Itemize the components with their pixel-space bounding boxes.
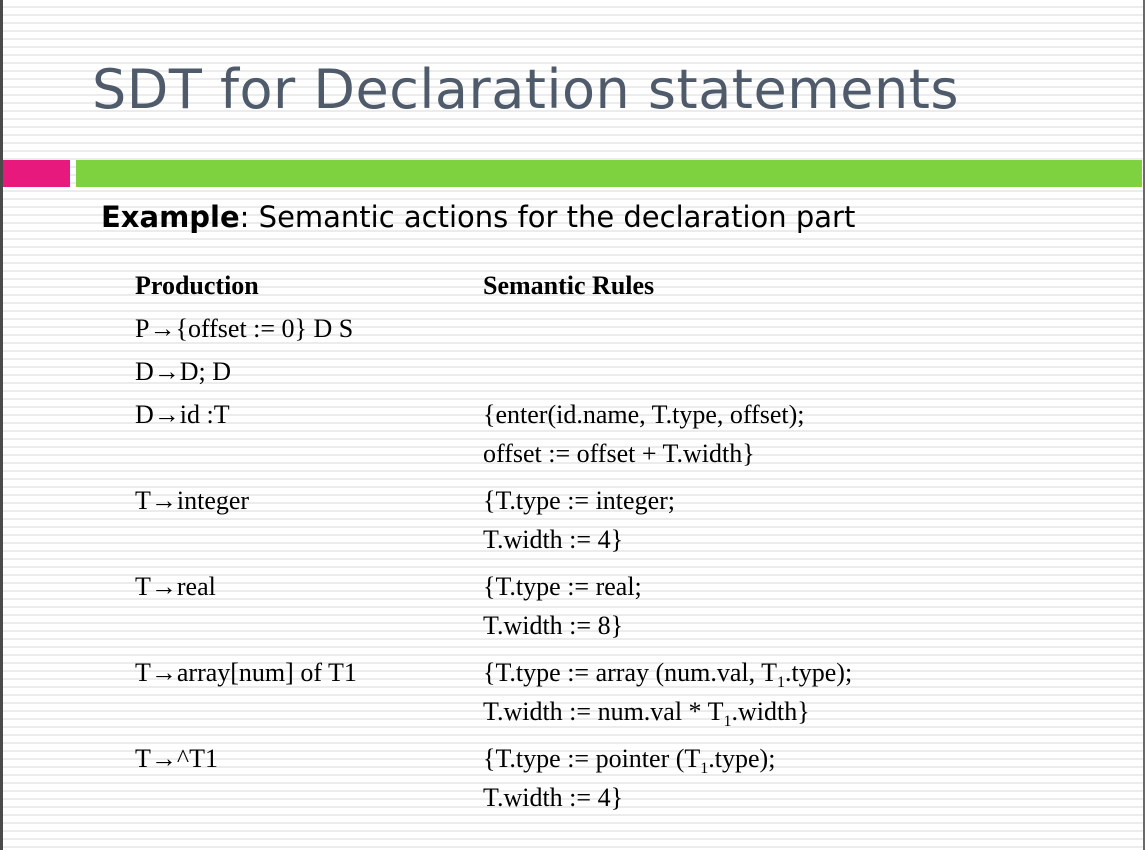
rule-d-id-line-2: offset := offset + T.width} [483, 439, 755, 468]
rule-d-id-line-1: {enter(id.name, T.type, offset); [483, 400, 805, 429]
rule-t-integer-line-1: {T.type := integer; [483, 486, 675, 515]
rule-t-array-line-2: T.width := num.val * T1.width} [483, 697, 810, 730]
production-t-real: T→real [135, 572, 216, 601]
production-t-array: T→array[num] of T1 [135, 658, 357, 687]
production-t-pointer: T→^T1 [135, 744, 218, 773]
rule-t-real-line-1: {T.type := real; [483, 572, 642, 601]
production-d-id: D→id :T [135, 400, 230, 429]
rule-t-real-line-2: T.width := 8} [483, 611, 624, 640]
semantic-rules-table: Production Semantic Rules P→{offset := 0… [0, 0, 1145, 850]
production-t-integer: T→integer [135, 486, 250, 515]
rule-t-pointer-line-2: T.width := 4} [483, 783, 624, 812]
production-p: P→{offset := 0} D S [135, 314, 354, 343]
rule-t-integer-line-2: T.width := 4} [483, 525, 624, 554]
header-production: Production [135, 271, 259, 300]
header-semantic-rules: Semantic Rules [483, 271, 655, 300]
production-d-list: D→D; D [135, 357, 232, 386]
